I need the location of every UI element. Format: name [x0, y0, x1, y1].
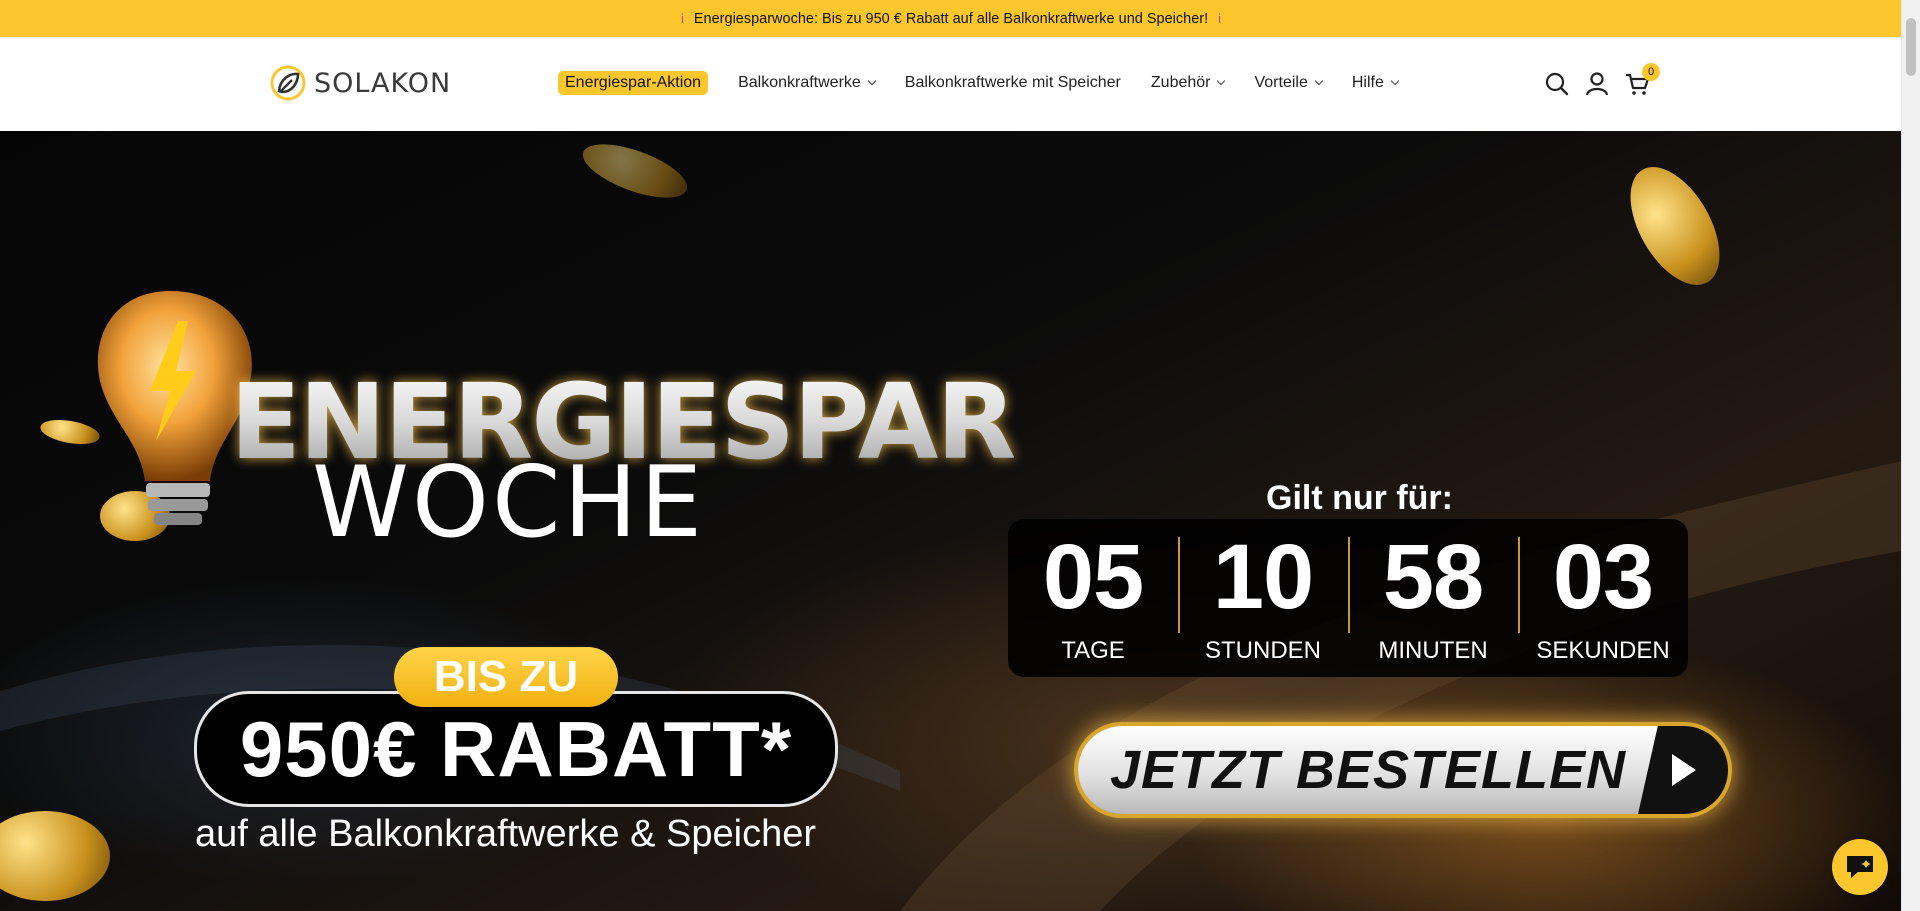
hero-title-line2: WOCHE	[312, 446, 706, 560]
countdown-value: 05	[1042, 526, 1144, 628]
discount-badge-big: 950€ RABATT*	[194, 691, 838, 807]
nav-label: Hilfe	[1351, 74, 1384, 91]
order-now-button[interactable]: JETZT BESTELLEN	[1078, 726, 1728, 814]
search-button[interactable]	[1544, 71, 1570, 97]
countdown-timer: 05 TAGE 10 STUNDEN 58 MINUTEN 03 SEKUNDE…	[1008, 519, 1688, 677]
countdown-heading: Gilt nur für:	[1266, 479, 1453, 517]
countdown-minutes: 58 MINUTEN	[1348, 531, 1518, 665]
nav-label: Balkonkraftwerke mit Speicher	[904, 74, 1121, 91]
countdown-label: STUNDEN	[1204, 637, 1321, 664]
countdown-value: 10	[1212, 526, 1314, 628]
discount-badge-small: BIS ZU	[394, 647, 618, 707]
nav-label: Zubehör	[1150, 74, 1211, 91]
nav-item-hilfe[interactable]: Hilfe	[1337, 74, 1413, 92]
search-icon	[1545, 72, 1569, 96]
account-button[interactable]	[1584, 71, 1610, 97]
countdown-label: TAGE	[1061, 637, 1125, 664]
chevron-down-icon	[1217, 76, 1226, 86]
chevron-down-icon	[867, 76, 877, 86]
logo-text: SOLAKON	[314, 67, 452, 99]
nav-item-balkonkraftwerke-mit-speicher[interactable]: Balkonkraftwerke mit Speicher	[890, 74, 1136, 92]
chat-widget-button[interactable]	[1832, 839, 1888, 895]
nav-item-vorteile[interactable]: Vorteile	[1239, 74, 1336, 92]
nav-item-zubehoer[interactable]: Zubehör	[1136, 74, 1240, 92]
countdown-label: SEKUNDEN	[1536, 637, 1670, 664]
info-icon: i	[1218, 11, 1222, 26]
announcement-bar: i Energiesparwoche: Bis zu 950 € Rabatt …	[0, 0, 1902, 37]
nav-label: Energiespar-Aktion	[565, 74, 702, 91]
main-nav: Energiespar-Aktion Balkonkraftwerke Balk…	[558, 71, 1413, 95]
chat-bubble-icon	[1847, 856, 1873, 878]
logo[interactable]: SOLAKON	[270, 65, 451, 101]
account-icon	[1585, 72, 1609, 96]
cart-button[interactable]: 0	[1624, 63, 1660, 97]
countdown-days: 05 TAGE	[1008, 531, 1178, 665]
page-scrollbar[interactable]	[1901, 0, 1920, 911]
logo-leaf-icon	[270, 65, 306, 101]
cta-label: JETZT BESTELLEN	[1109, 740, 1627, 800]
countdown-value: 58	[1382, 526, 1484, 628]
cart-count-badge: 0	[1642, 63, 1660, 81]
header-actions: 0	[1544, 63, 1660, 97]
info-icon: i	[680, 11, 684, 26]
nav-label: Vorteile	[1254, 74, 1308, 91]
countdown-seconds: 03 SEKUNDEN	[1518, 531, 1688, 665]
hero-banner[interactable]: ENERGIESPAR WOCHE BIS ZU 950€ RABATT* au…	[0, 131, 1902, 911]
site-header: SOLAKON Energiespar-Aktion Balkonkraftwe…	[0, 37, 1902, 132]
scrollbar-thumb[interactable]	[1906, 18, 1916, 76]
hero-subline: auf alle Balkonkraftwerke & Speicher	[195, 813, 816, 855]
countdown-value: 03	[1552, 526, 1654, 628]
nav-label: Balkonkraftwerke	[738, 74, 861, 91]
chevron-down-icon	[1390, 76, 1400, 86]
countdown-label: MINUTEN	[1378, 637, 1488, 664]
announcement-text: Energiesparwoche: Bis zu 950 € Rabatt au…	[693, 10, 1209, 27]
chevron-down-icon	[1314, 76, 1324, 86]
nav-item-energiespar-aktion[interactable]: Energiespar-Aktion	[558, 71, 709, 95]
countdown-hours: 10 STUNDEN	[1178, 531, 1348, 665]
nav-item-balkonkraftwerke[interactable]: Balkonkraftwerke	[723, 74, 890, 92]
play-arrow-icon	[1638, 726, 1728, 814]
